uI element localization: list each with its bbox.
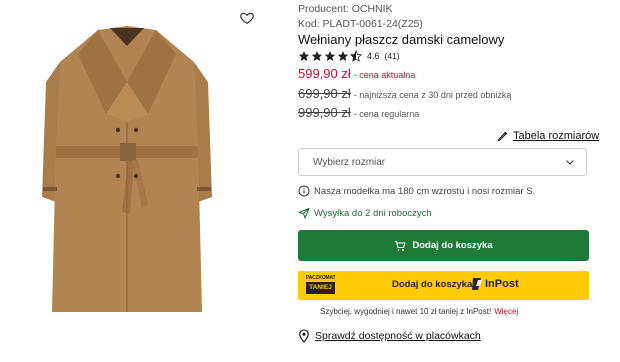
- price-regular-label: - cena regularna: [353, 109, 420, 119]
- star-icon: [337, 51, 349, 61]
- paczkomat-badge-top: PACZKOMAT: [306, 275, 336, 281]
- rating-stars: [298, 50, 362, 62]
- send-icon: [298, 208, 310, 219]
- paczkomat-badge: PACZKOMAT TANIEJ: [306, 275, 336, 295]
- info-icon: [298, 185, 310, 197]
- paczkomat-badge-bottom: TANIEJ: [306, 282, 335, 294]
- inpost-promo: Szybciej, wygodniej i nawet 10 zł taniej…: [320, 307, 518, 316]
- store-availability-label: Sprawdź dostępność w placówkach: [315, 330, 481, 342]
- price-current-label: - cena aktualna: [353, 70, 416, 80]
- product-gallery: [0, 0, 268, 362]
- shipping-note: Wysyłka do 2 dni roboczych: [298, 207, 432, 219]
- model-note-text: Nasza modelka ma 180 cm wzrostu i nosi r…: [314, 185, 536, 197]
- shipping-note-text: Wysyłka do 2 dni roboczych: [314, 207, 432, 219]
- inpost-brand: InPost: [485, 278, 519, 290]
- star-icon: [324, 51, 336, 61]
- star-icon: [298, 51, 310, 61]
- price-current: 599,90 zł: [298, 66, 351, 81]
- size-select[interactable]: Wybierz rozmiar: [298, 148, 587, 176]
- model-note: Nasza modelka ma 180 cm wzrostu i nosi r…: [298, 185, 535, 197]
- price-lowest-label: - najniższa cena z 30 dni przed obniżką: [353, 90, 512, 100]
- add-to-cart-label: Dodaj do koszyka: [412, 240, 493, 251]
- size-table-link[interactable]: Tabela rozmiarów: [497, 130, 599, 142]
- inpost-promo-more-link[interactable]: Więcej: [494, 307, 518, 316]
- location-pin-icon: [299, 329, 309, 343]
- inpost-promo-text: Szybciej, wygodniej i nawet 10 zł taniej…: [320, 307, 492, 316]
- product-image[interactable]: [38, 22, 216, 322]
- add-to-cart-button[interactable]: Dodaj do koszyka: [298, 230, 589, 261]
- price-lowest: 699,90 zł: [298, 86, 351, 101]
- inpost-button-label: Dodaj do koszyka: [392, 279, 473, 290]
- rating[interactable]: 4.6 (41): [298, 49, 400, 63]
- cart-icon: [395, 240, 407, 251]
- price-current-row: 599,90 zł - cena aktualna: [298, 66, 415, 81]
- producer-label: Producent: OCHNIK: [298, 3, 393, 15]
- product-code: Kod: PLADT-0061-24(Z25): [298, 18, 423, 30]
- product-title: Wełniany płaszcz damski camelowy: [298, 32, 505, 47]
- star-half-icon: [350, 50, 362, 62]
- heart-icon[interactable]: [239, 10, 255, 26]
- price-regular: 999,90 zł: [298, 105, 351, 120]
- size-table-label: Tabela rozmiarów: [513, 130, 600, 142]
- star-icon: [311, 51, 323, 61]
- inpost-add-to-cart-button[interactable]: PACZKOMAT TANIEJ Dodaj do koszyka InPost: [298, 271, 589, 300]
- inpost-logo-icon: [472, 278, 482, 290]
- inpost-logo: InPost: [471, 277, 519, 291]
- rating-value: 4.6: [367, 51, 380, 61]
- rating-count: (41): [384, 51, 400, 61]
- price-regular-row: 999,90 zł - cena regularna: [298, 105, 419, 120]
- chevron-down-icon: [566, 160, 574, 165]
- size-select-placeholder: Wybierz rozmiar: [313, 156, 386, 168]
- hanger-icon: [497, 131, 508, 142]
- price-lowest-row: 699,90 zł - najniższa cena z 30 dni prze…: [298, 86, 511, 101]
- store-availability-link[interactable]: Sprawdź dostępność w placówkach: [298, 329, 481, 343]
